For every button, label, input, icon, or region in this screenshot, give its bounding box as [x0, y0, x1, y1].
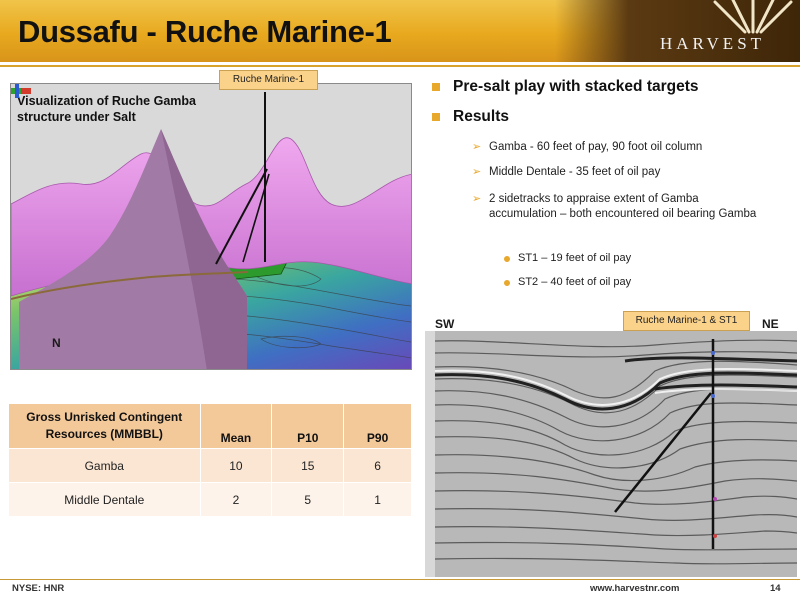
seismic-section-image — [425, 331, 797, 577]
dot-bullet-icon — [504, 280, 510, 286]
footer-divider — [0, 579, 800, 580]
table-cell-p90: 6 — [343, 448, 412, 483]
table-header-mean: Mean — [199, 403, 273, 449]
salt-structure-visualization: Visualization of Ruche Gamba structure u… — [10, 83, 412, 370]
seismic-traces — [425, 331, 797, 577]
page-title: Dussafu - Ruche Marine-1 — [18, 14, 392, 49]
footer-website-link[interactable]: www.harvestnr.com — [590, 583, 679, 594]
seismic-label-ne: NE — [762, 317, 779, 331]
bullet-result-text: Gamba - 60 feet of pay, 90 foot oil colu… — [489, 141, 703, 153]
arrow-bullet-icon: ➢ — [472, 141, 482, 153]
table-cell-p10: 5 — [271, 482, 345, 517]
resources-table: Gross Unrisked Contingent Resources (MMB… — [8, 403, 412, 517]
well-label-ruche-marine-1: Ruche Marine-1 — [219, 70, 318, 90]
logo-wordmark: HARVEST — [660, 34, 766, 53]
compass-axes-icon — [11, 84, 31, 98]
table-row: Gamba 10 15 6 — [8, 448, 412, 483]
bullet-sidetrack-text: ST2 – 40 feet of oil pay — [518, 276, 632, 288]
bullet-sidetrack-text: ST1 – 19 feet of oil pay — [518, 252, 632, 264]
bullet-result-text: Middle Dentale - 35 feet of oil pay — [489, 166, 661, 178]
header-banner: Dussafu - Ruche Marine-1 HARVEST — [0, 0, 800, 62]
header-divider-line — [0, 65, 800, 67]
page-number: 14 — [770, 583, 781, 594]
square-bullet-icon — [432, 83, 440, 91]
visualization-caption-line2: structure under Salt — [17, 110, 136, 124]
table-cell-name: Middle Dentale — [8, 482, 201, 517]
table-cell-p10: 15 — [271, 448, 345, 483]
compass-north-label: N — [52, 336, 61, 350]
arrow-bullet-icon: ➢ — [472, 193, 482, 205]
table-header-row: Gross Unrisked Contingent Resources (MMB… — [8, 403, 412, 449]
table-header-resources: Gross Unrisked Contingent Resources (MMB… — [8, 403, 201, 449]
table-cell-mean: 10 — [199, 448, 273, 483]
table-header-p90: P90 — [343, 403, 412, 449]
bullet-main-text: Pre-salt play with stacked targets — [453, 78, 699, 95]
square-bullet-icon — [432, 113, 440, 121]
dot-bullet-icon — [504, 256, 510, 262]
table-cell-name: Gamba — [8, 448, 201, 483]
table-row: Middle Dentale 2 5 1 — [8, 482, 412, 517]
footer-ticker: NYSE: HNR — [12, 583, 65, 594]
harvest-logo-icon — [713, 0, 793, 34]
table-cell-mean: 2 — [199, 482, 273, 517]
table-header-p10: P10 — [271, 403, 345, 449]
visualization-caption-line1: Visualization of Ruche Gamba — [17, 94, 196, 108]
arrow-bullet-icon: ➢ — [472, 166, 482, 178]
bullet-main-text: Results — [453, 108, 509, 125]
table-cell-p90: 1 — [343, 482, 412, 517]
bullet-result-text: 2 sidetracks to appraise extent of Gamba… — [489, 193, 757, 220]
seismic-label-sw: SW — [435, 317, 455, 331]
well-label-ruche-marine-1-st1: Ruche Marine-1 & ST1 — [623, 311, 750, 331]
salt-structure-image — [11, 92, 411, 369]
visualization-caption: Visualization of Ruche Gamba structure u… — [17, 93, 237, 125]
